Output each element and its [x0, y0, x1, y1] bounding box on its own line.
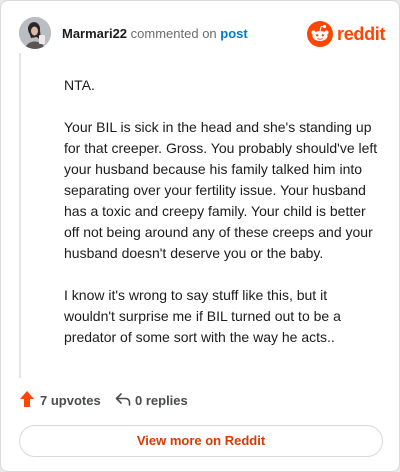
- avatar-image: [19, 17, 51, 49]
- comment-footer: 7 upvotes 0 replies: [19, 389, 383, 411]
- reply-arrow-icon: [115, 393, 131, 406]
- upvote-arrow-icon: [20, 391, 34, 407]
- comment-paragraph: Your BIL is sick in the head and she's s…: [64, 119, 378, 261]
- replies-count: 0 replies: [135, 393, 188, 408]
- reddit-wordmark: reddit: [337, 24, 386, 44]
- comment-paragraph: NTA.: [64, 77, 95, 93]
- action-text: commented on: [130, 26, 217, 41]
- reddit-snoo-icon: [307, 21, 333, 47]
- view-more-on-reddit-button[interactable]: View more on Reddit: [19, 425, 383, 457]
- avatar[interactable]: [19, 17, 51, 49]
- comment-byline: Marmari22 commented on post: [62, 26, 248, 42]
- post-link[interactable]: post: [220, 26, 247, 41]
- comment-embed-card: Marmari22 commented on post reddit NTA. …: [0, 0, 400, 472]
- comment-header: Marmari22 commented on post reddit: [19, 17, 386, 51]
- comment-paragraph: I know it's wrong to say stuff like this…: [64, 287, 341, 345]
- upvote-count: 7 upvotes: [40, 393, 101, 408]
- username-link[interactable]: Marmari22: [62, 26, 127, 41]
- comment-thread-line: NTA. Your BIL is sick in the head and sh…: [19, 53, 382, 378]
- comment-body: NTA. Your BIL is sick in the head and sh…: [64, 75, 378, 369]
- reddit-logo[interactable]: reddit: [307, 21, 386, 47]
